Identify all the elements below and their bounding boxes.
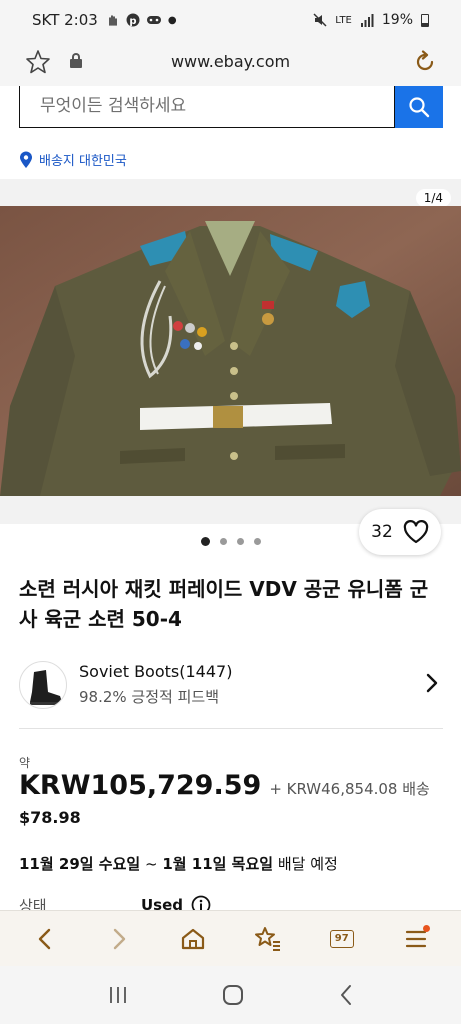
delivery-separator: ~: [140, 855, 163, 873]
chevron-left-icon: [38, 928, 51, 949]
image-gallery[interactable]: 1/4 32: [0, 179, 461, 555]
delivery-suffix: 배달 예정: [273, 855, 338, 873]
more-notifications-dot: ●: [167, 14, 177, 26]
seller-feedback: 98.2% 긍정적 피드백: [79, 688, 219, 706]
divider: [19, 728, 443, 729]
back-button[interactable]: [25, 919, 65, 959]
delivery-end: 1월 11일 목요일: [162, 855, 274, 873]
gallery-dot[interactable]: [219, 538, 227, 545]
gallery-dot[interactable]: [236, 538, 244, 545]
svg-text:p: p: [129, 16, 136, 27]
product-photo[interactable]: [0, 206, 461, 496]
browser-toolbar: 97: [0, 910, 461, 966]
home-button[interactable]: [173, 919, 213, 959]
price-usd: $78.98: [19, 808, 81, 827]
shipping-location-label: 배송지 대한민국: [39, 154, 127, 169]
search-placeholder: 무엇이든 검색하세요: [40, 96, 187, 116]
location-pin-icon: [20, 151, 32, 168]
mute-icon: [313, 13, 327, 27]
shipping-location[interactable]: 배송지 대한민국: [19, 150, 127, 169]
chevron-right-icon: [114, 928, 126, 949]
watch-button[interactable]: 32: [359, 509, 441, 555]
tab-count: 97: [329, 929, 354, 948]
battery-percent: 19%: [381, 12, 413, 28]
seller-avatar: [19, 661, 67, 709]
search-icon: [409, 97, 430, 118]
price-amount: KRW105,729.59: [19, 770, 262, 801]
pinterest-icon: p: [126, 13, 140, 27]
condition-label: 상태: [19, 897, 47, 910]
battery-icon: [421, 13, 429, 27]
status-bar: SKT 2:03 p ● LTE 19%: [0, 0, 461, 40]
gallery-dot[interactable]: [253, 538, 261, 545]
condition-value: Used: [141, 896, 184, 910]
gesture-icon: [109, 15, 117, 26]
reload-icon[interactable]: [413, 50, 437, 74]
recent-apps-icon[interactable]: [107, 985, 129, 1005]
chevron-right-icon[interactable]: [425, 672, 439, 694]
back-nav-icon[interactable]: [338, 984, 354, 1006]
star-list-icon: [254, 926, 280, 951]
seller-name[interactable]: Soviet Boots(1447): [79, 662, 232, 681]
seller-info[interactable]: Soviet Boots(1447) 98.2% 긍정적 피드백: [19, 658, 443, 714]
network-label: LTE: [335, 14, 352, 26]
gallery-pagination: [0, 537, 461, 546]
home-nav-icon[interactable]: [222, 984, 244, 1006]
bookmarks-button[interactable]: [248, 919, 288, 959]
game-icon: [146, 16, 161, 24]
home-icon: [182, 928, 205, 949]
page-content: 무엇이든 검색하세요 배송지 대한민국 1/4 32 소련 러시아 재킷 퍼레이…: [0, 86, 461, 910]
system-navigation: [0, 966, 461, 1024]
delivery-start: 11월 29일 수요일: [19, 855, 141, 873]
price-approx-label: 약: [19, 756, 31, 770]
gallery-dot[interactable]: [200, 537, 210, 546]
url-address[interactable]: www.ebay.com: [0, 52, 461, 71]
search-input[interactable]: 무엇이든 검색하세요: [19, 86, 395, 128]
condition-value-group: Used: [141, 895, 211, 910]
notification-icons: p ●: [106, 13, 177, 27]
status-time: SKT 2:03: [32, 11, 98, 29]
signal-icon: [360, 13, 374, 27]
listing-title: 소련 러시아 재킷 퍼레이드 VDV 공군 유니폼 군사 육군 소련 50-4: [19, 577, 429, 631]
shipping-cost: + KRW46,854.08 배송: [269, 780, 430, 798]
search-button[interactable]: [395, 86, 443, 128]
search-bar: 무엇이든 검색하세요: [19, 86, 443, 128]
info-icon[interactable]: [191, 895, 211, 910]
forward-button[interactable]: [99, 919, 139, 959]
delivery-estimate: 11월 29일 수요일 ~ 1월 11일 목요일 배달 예정: [19, 853, 338, 874]
boot-icon: [30, 670, 62, 705]
menu-button[interactable]: [396, 919, 436, 959]
tabs-button[interactable]: 97: [322, 919, 362, 959]
menu-icon: [405, 930, 426, 947]
price-row: KRW105,729.59 + KRW46,854.08 배송: [19, 770, 430, 801]
menu-notification-dot: [422, 924, 430, 932]
browser-url-bar: www.ebay.com: [0, 40, 461, 86]
image-counter: 1/4: [415, 189, 451, 207]
